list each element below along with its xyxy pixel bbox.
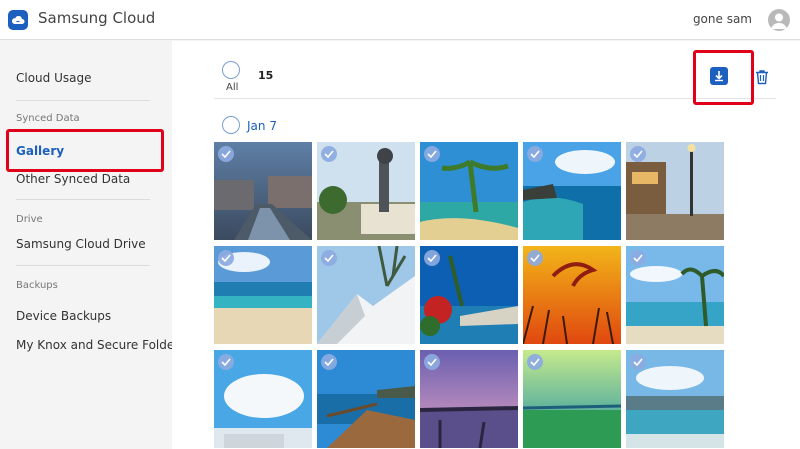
photo-selected-check-icon[interactable]: [424, 354, 440, 370]
photo-tile[interactable]: [214, 142, 312, 240]
sidebar-item-other-synced-data[interactable]: Other Synced Data: [16, 172, 130, 186]
photo-selected-check-icon[interactable]: [218, 354, 234, 370]
select-all-checkbox[interactable]: [222, 61, 240, 79]
photo-tile[interactable]: [420, 142, 518, 240]
download-icon: [715, 71, 723, 82]
section-synced-data: Synced Data: [16, 113, 80, 124]
date-group-label: Jan 7: [247, 119, 277, 133]
selected-count: 15: [258, 69, 274, 82]
photo-tile[interactable]: [214, 350, 312, 448]
photo-tile[interactable]: [523, 246, 621, 344]
main-content: All 15 Jan 7: [172, 41, 800, 449]
select-date-group-checkbox[interactable]: [222, 116, 240, 134]
delete-button[interactable]: [753, 68, 771, 86]
photo-tile[interactable]: [523, 142, 621, 240]
sidebar-item-device-backups[interactable]: Device Backups: [16, 309, 111, 323]
photo-grid: [214, 142, 726, 449]
cloud-logo-icon[interactable]: [8, 10, 28, 30]
photo-tile[interactable]: [626, 142, 724, 240]
photo-tile[interactable]: [420, 350, 518, 448]
photo-tile[interactable]: [626, 246, 724, 344]
trash-icon: [756, 70, 768, 85]
section-backups: Backups: [16, 280, 58, 291]
gallery-highlight-box: [6, 129, 164, 172]
photo-selected-check-icon[interactable]: [321, 354, 337, 370]
photo-selected-check-icon[interactable]: [527, 354, 543, 370]
avatar[interactable]: [768, 9, 790, 31]
app-title: Samsung Cloud: [38, 9, 156, 27]
photo-selected-check-icon[interactable]: [630, 146, 646, 162]
top-bar: Samsung Cloud gone sam: [0, 0, 800, 40]
photo-selected-check-icon[interactable]: [424, 250, 440, 266]
sidebar-divider: [16, 100, 150, 101]
photo-tile[interactable]: [317, 246, 415, 344]
photo-selected-check-icon[interactable]: [321, 250, 337, 266]
photo-tile[interactable]: [523, 350, 621, 448]
download-button[interactable]: [710, 67, 728, 85]
section-drive: Drive: [16, 214, 43, 225]
sidebar-item-samsung-cloud-drive[interactable]: Samsung Cloud Drive: [16, 237, 146, 251]
photo-tile[interactable]: [317, 142, 415, 240]
user-name[interactable]: gone sam: [693, 12, 752, 26]
sidebar-divider: [16, 199, 150, 200]
photo-tile[interactable]: [420, 246, 518, 344]
sidebar-divider: [16, 265, 150, 266]
photo-selected-check-icon[interactable]: [218, 250, 234, 266]
photo-selected-check-icon[interactable]: [424, 146, 440, 162]
selection-toolbar: All 15: [214, 57, 776, 99]
select-all-label: All: [226, 82, 239, 93]
photo-selected-check-icon[interactable]: [527, 146, 543, 162]
sidebar-item-knox-secure-folder[interactable]: My Knox and Secure Folder: [16, 338, 179, 352]
sidebar-item-cloud-usage[interactable]: Cloud Usage: [16, 71, 91, 85]
photo-tile[interactable]: [626, 350, 724, 448]
photo-selected-check-icon[interactable]: [630, 354, 646, 370]
photo-selected-check-icon[interactable]: [527, 250, 543, 266]
photo-selected-check-icon[interactable]: [218, 146, 234, 162]
photo-tile[interactable]: [317, 350, 415, 448]
photo-selected-check-icon[interactable]: [630, 250, 646, 266]
sidebar: Cloud Usage Synced Data Gallery Other Sy…: [0, 41, 179, 449]
user-icon: [771, 13, 787, 29]
photo-selected-check-icon[interactable]: [321, 146, 337, 162]
photo-tile[interactable]: [214, 246, 312, 344]
